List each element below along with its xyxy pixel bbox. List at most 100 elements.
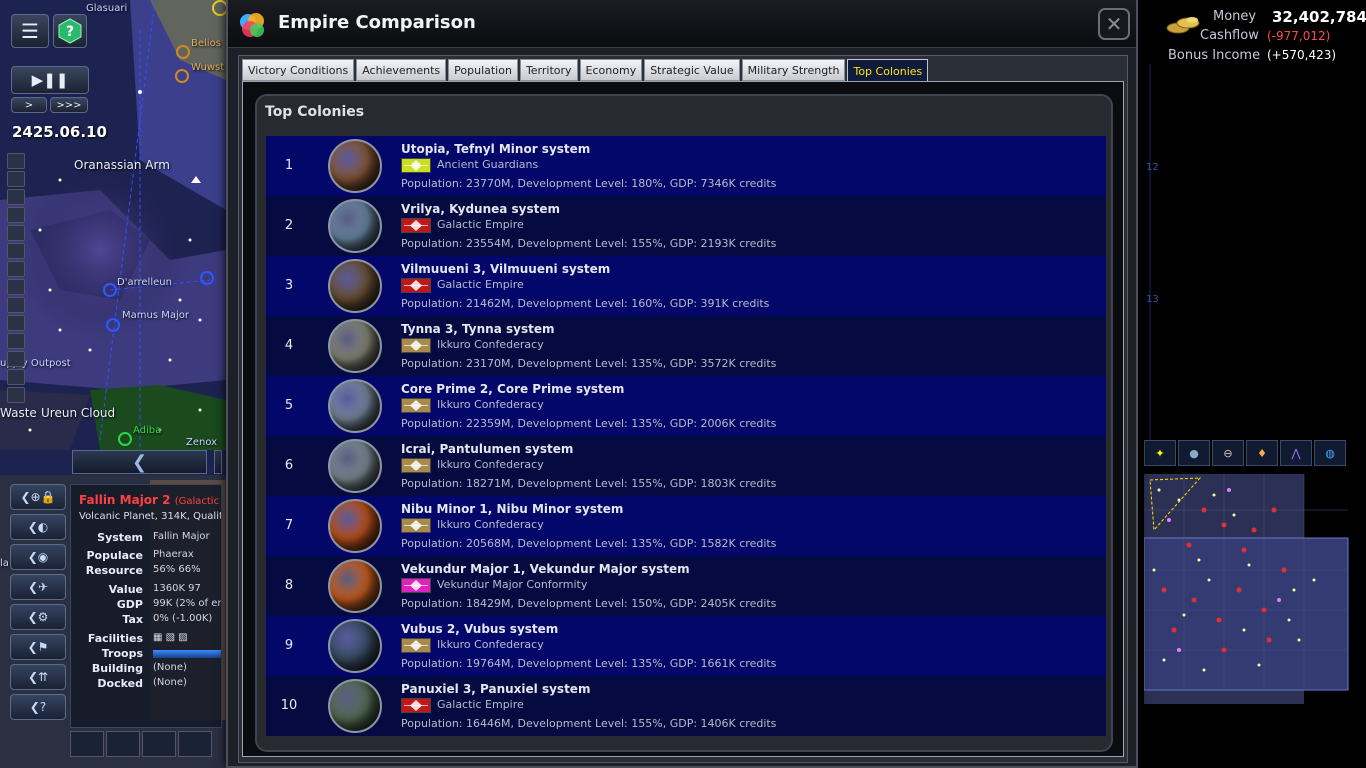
colony-planet-icon[interactable]: [328, 199, 382, 253]
colony-name[interactable]: Vubus 2, Vubus system: [401, 622, 558, 636]
colony-list[interactable]: 1 Utopia, Tefnyl Minor system Ancient Guar…: [266, 136, 1106, 736]
colony-name[interactable]: Icrai, Pantulumen system: [401, 442, 573, 456]
filter-icon[interactable]: [7, 279, 25, 295]
filter-icon[interactable]: [7, 261, 25, 277]
finance-summary: Money 32,402,784 Cashflow (-977,012) Bon…: [1158, 4, 1366, 66]
colony-name[interactable]: Vekundur Major 1, Vekundur Major system: [401, 562, 690, 576]
speed-slow-button[interactable]: >: [11, 97, 47, 113]
colony-stats: Population: 18429M, Development Level: 1…: [401, 597, 777, 610]
colony-row[interactable]: 1 Utopia, Tefnyl Minor system Ancient Guar…: [266, 136, 1106, 196]
colony-rank: 8: [284, 578, 294, 593]
colony-name[interactable]: Panuxiel 3, Panuxiel system: [401, 682, 590, 696]
docked-row: Docked (None): [71, 677, 221, 691]
colony-name[interactable]: Nibu Minor 1, Nibu Minor system: [401, 502, 623, 516]
tab-achievements[interactable]: Achievements: [356, 59, 447, 81]
play-pause-button[interactable]: ▶❚❚: [11, 66, 89, 94]
view-tab-planet[interactable]: ●: [1178, 440, 1210, 466]
selection-tab-fleet[interactable]: ❮⇈: [10, 664, 66, 690]
colony-planet-icon[interactable]: [328, 679, 382, 733]
colony-planet-icon[interactable]: [328, 319, 382, 373]
selection-tab-help[interactable]: ❮?: [10, 694, 66, 720]
galaxy-minimap[interactable]: [1143, 470, 1366, 768]
fleet-action-icon[interactable]: [70, 731, 104, 757]
tax-value: 0% (-1.00K): [153, 613, 213, 624]
filter-icon[interactable]: [7, 369, 25, 385]
filter-icon[interactable]: [7, 207, 25, 223]
filter-icon[interactable]: [7, 243, 25, 259]
dialog-titlebar[interactable]: Empire Comparison ✕: [228, 0, 1136, 48]
view-tab-star[interactable]: ♦: [1246, 440, 1278, 466]
colony-row[interactable]: 7 Nibu Minor 1, Nibu Minor system Ikkuro C…: [266, 496, 1106, 556]
speed-fast-button[interactable]: >>>: [50, 97, 88, 113]
main-menu-button[interactable]: ☰: [11, 14, 49, 48]
colony-rank: 4: [284, 338, 294, 353]
skull-action-icon[interactable]: [178, 731, 212, 757]
docked-label: Docked: [97, 677, 143, 690]
tab-population[interactable]: Population: [448, 59, 518, 81]
tab-territory[interactable]: Territory: [519, 59, 578, 81]
colony-name[interactable]: Utopia, Tefnyl Minor system: [401, 142, 590, 156]
system-value[interactable]: Fallin Major: [153, 531, 210, 542]
empty-action-icon[interactable]: [142, 731, 176, 757]
colony-stats: Population: 18271M, Development Level: 1…: [401, 477, 777, 490]
view-tab-globe[interactable]: ◍: [1314, 440, 1346, 466]
colony-row[interactable]: 4 Tynna 3, Tynna system Ikkuro Confederacy…: [266, 316, 1106, 376]
selection-tab-planet[interactable]: ❮◐: [10, 514, 66, 540]
empire-flag-icon: [401, 638, 431, 653]
map-label-glasuari: Glasuari: [86, 3, 128, 14]
close-button[interactable]: ✕: [1098, 8, 1130, 40]
facilities-label: Facilities: [87, 632, 143, 645]
tab-economy[interactable]: Economy: [579, 59, 643, 81]
selection-tab-flag[interactable]: ❮⚑: [10, 634, 66, 660]
tab-strategic-value[interactable]: Strategic Value: [644, 59, 740, 81]
colony-name[interactable]: Vilmuueni 3, Vilmuueni system: [401, 262, 610, 276]
filter-icon[interactable]: [7, 189, 25, 205]
comparison-tab-bar: Victory Conditions Achievements Populati…: [242, 59, 929, 83]
bonus-income-value: (+570,423): [1267, 48, 1337, 62]
panel-scroll-right-button[interactable]: [214, 450, 222, 474]
value-label: Value: [108, 583, 143, 596]
filter-icon[interactable]: [7, 171, 25, 187]
tab-military-strength[interactable]: Military Strength: [741, 59, 846, 81]
colony-row[interactable]: 6 Icrai, Pantulumen system Ikkuro Confeder…: [266, 436, 1106, 496]
filter-icon[interactable]: [7, 153, 25, 169]
filter-icon[interactable]: [7, 315, 25, 331]
tab-top-colonies[interactable]: Top Colonies: [847, 59, 929, 83]
play-pause-icon: ▶❚❚: [31, 71, 69, 89]
colony-name[interactable]: Tynna 3, Tynna system: [401, 322, 554, 336]
filter-icon[interactable]: [7, 297, 25, 313]
filter-icon[interactable]: [7, 387, 25, 403]
selected-planet-title: Fallin Major 2 (Galactic Er: [79, 493, 221, 507]
colony-row[interactable]: 8 Vekundur Major 1, Vekundur Major system…: [266, 556, 1106, 616]
colony-planet-icon[interactable]: [328, 559, 382, 613]
selection-tab-settings[interactable]: ❮⚙: [10, 604, 66, 630]
tab-victory-conditions[interactable]: Victory Conditions: [242, 59, 355, 81]
colony-planet-icon[interactable]: [328, 439, 382, 493]
colony-row[interactable]: 10 Panuxiel 3, Panuxiel system Galactic Em…: [266, 676, 1106, 736]
help-button[interactable]: ?: [53, 14, 87, 48]
view-tab-sparkle[interactable]: ✦: [1144, 440, 1176, 466]
colony-planet-icon[interactable]: [328, 139, 382, 193]
filter-icon[interactable]: [7, 225, 25, 241]
view-tab-galaxy[interactable]: ⊖: [1212, 440, 1244, 466]
selection-tab-ships[interactable]: ❮✈: [10, 574, 66, 600]
colony-name[interactable]: Core Prime 2, Core Prime system: [401, 382, 624, 396]
colony-row[interactable]: 5 Core Prime 2, Core Prime system Ikkuro C…: [266, 376, 1106, 436]
panel-scroll-left-button[interactable]: ❮: [72, 450, 207, 474]
ship-action-icon[interactable]: [106, 731, 140, 757]
colony-name[interactable]: Vrilya, Kydunea system: [401, 202, 560, 216]
colony-planet-icon[interactable]: [328, 379, 382, 433]
selection-tab-view[interactable]: ❮◉: [10, 544, 66, 570]
filter-icon[interactable]: [7, 333, 25, 349]
colony-row[interactable]: 9 Vubus 2, Vubus system Ikkuro Confederacy…: [266, 616, 1106, 676]
filter-icon[interactable]: [7, 351, 25, 367]
colony-rank: 7: [284, 518, 294, 533]
view-tab-nebula[interactable]: ⋀: [1280, 440, 1312, 466]
colony-planet-icon[interactable]: [328, 619, 382, 673]
selection-tab-target[interactable]: ❮⊕🔒: [10, 484, 66, 510]
colony-planet-icon[interactable]: [328, 259, 382, 313]
colony-row[interactable]: 2 Vrilya, Kydunea system Galactic Empire Po…: [266, 196, 1106, 256]
facilities-icons[interactable]: ▦ ▧ ▨: [153, 632, 188, 643]
colony-planet-icon[interactable]: [328, 499, 382, 553]
colony-row[interactable]: 3 Vilmuueni 3, Vilmuueni system Galactic E…: [266, 256, 1106, 316]
